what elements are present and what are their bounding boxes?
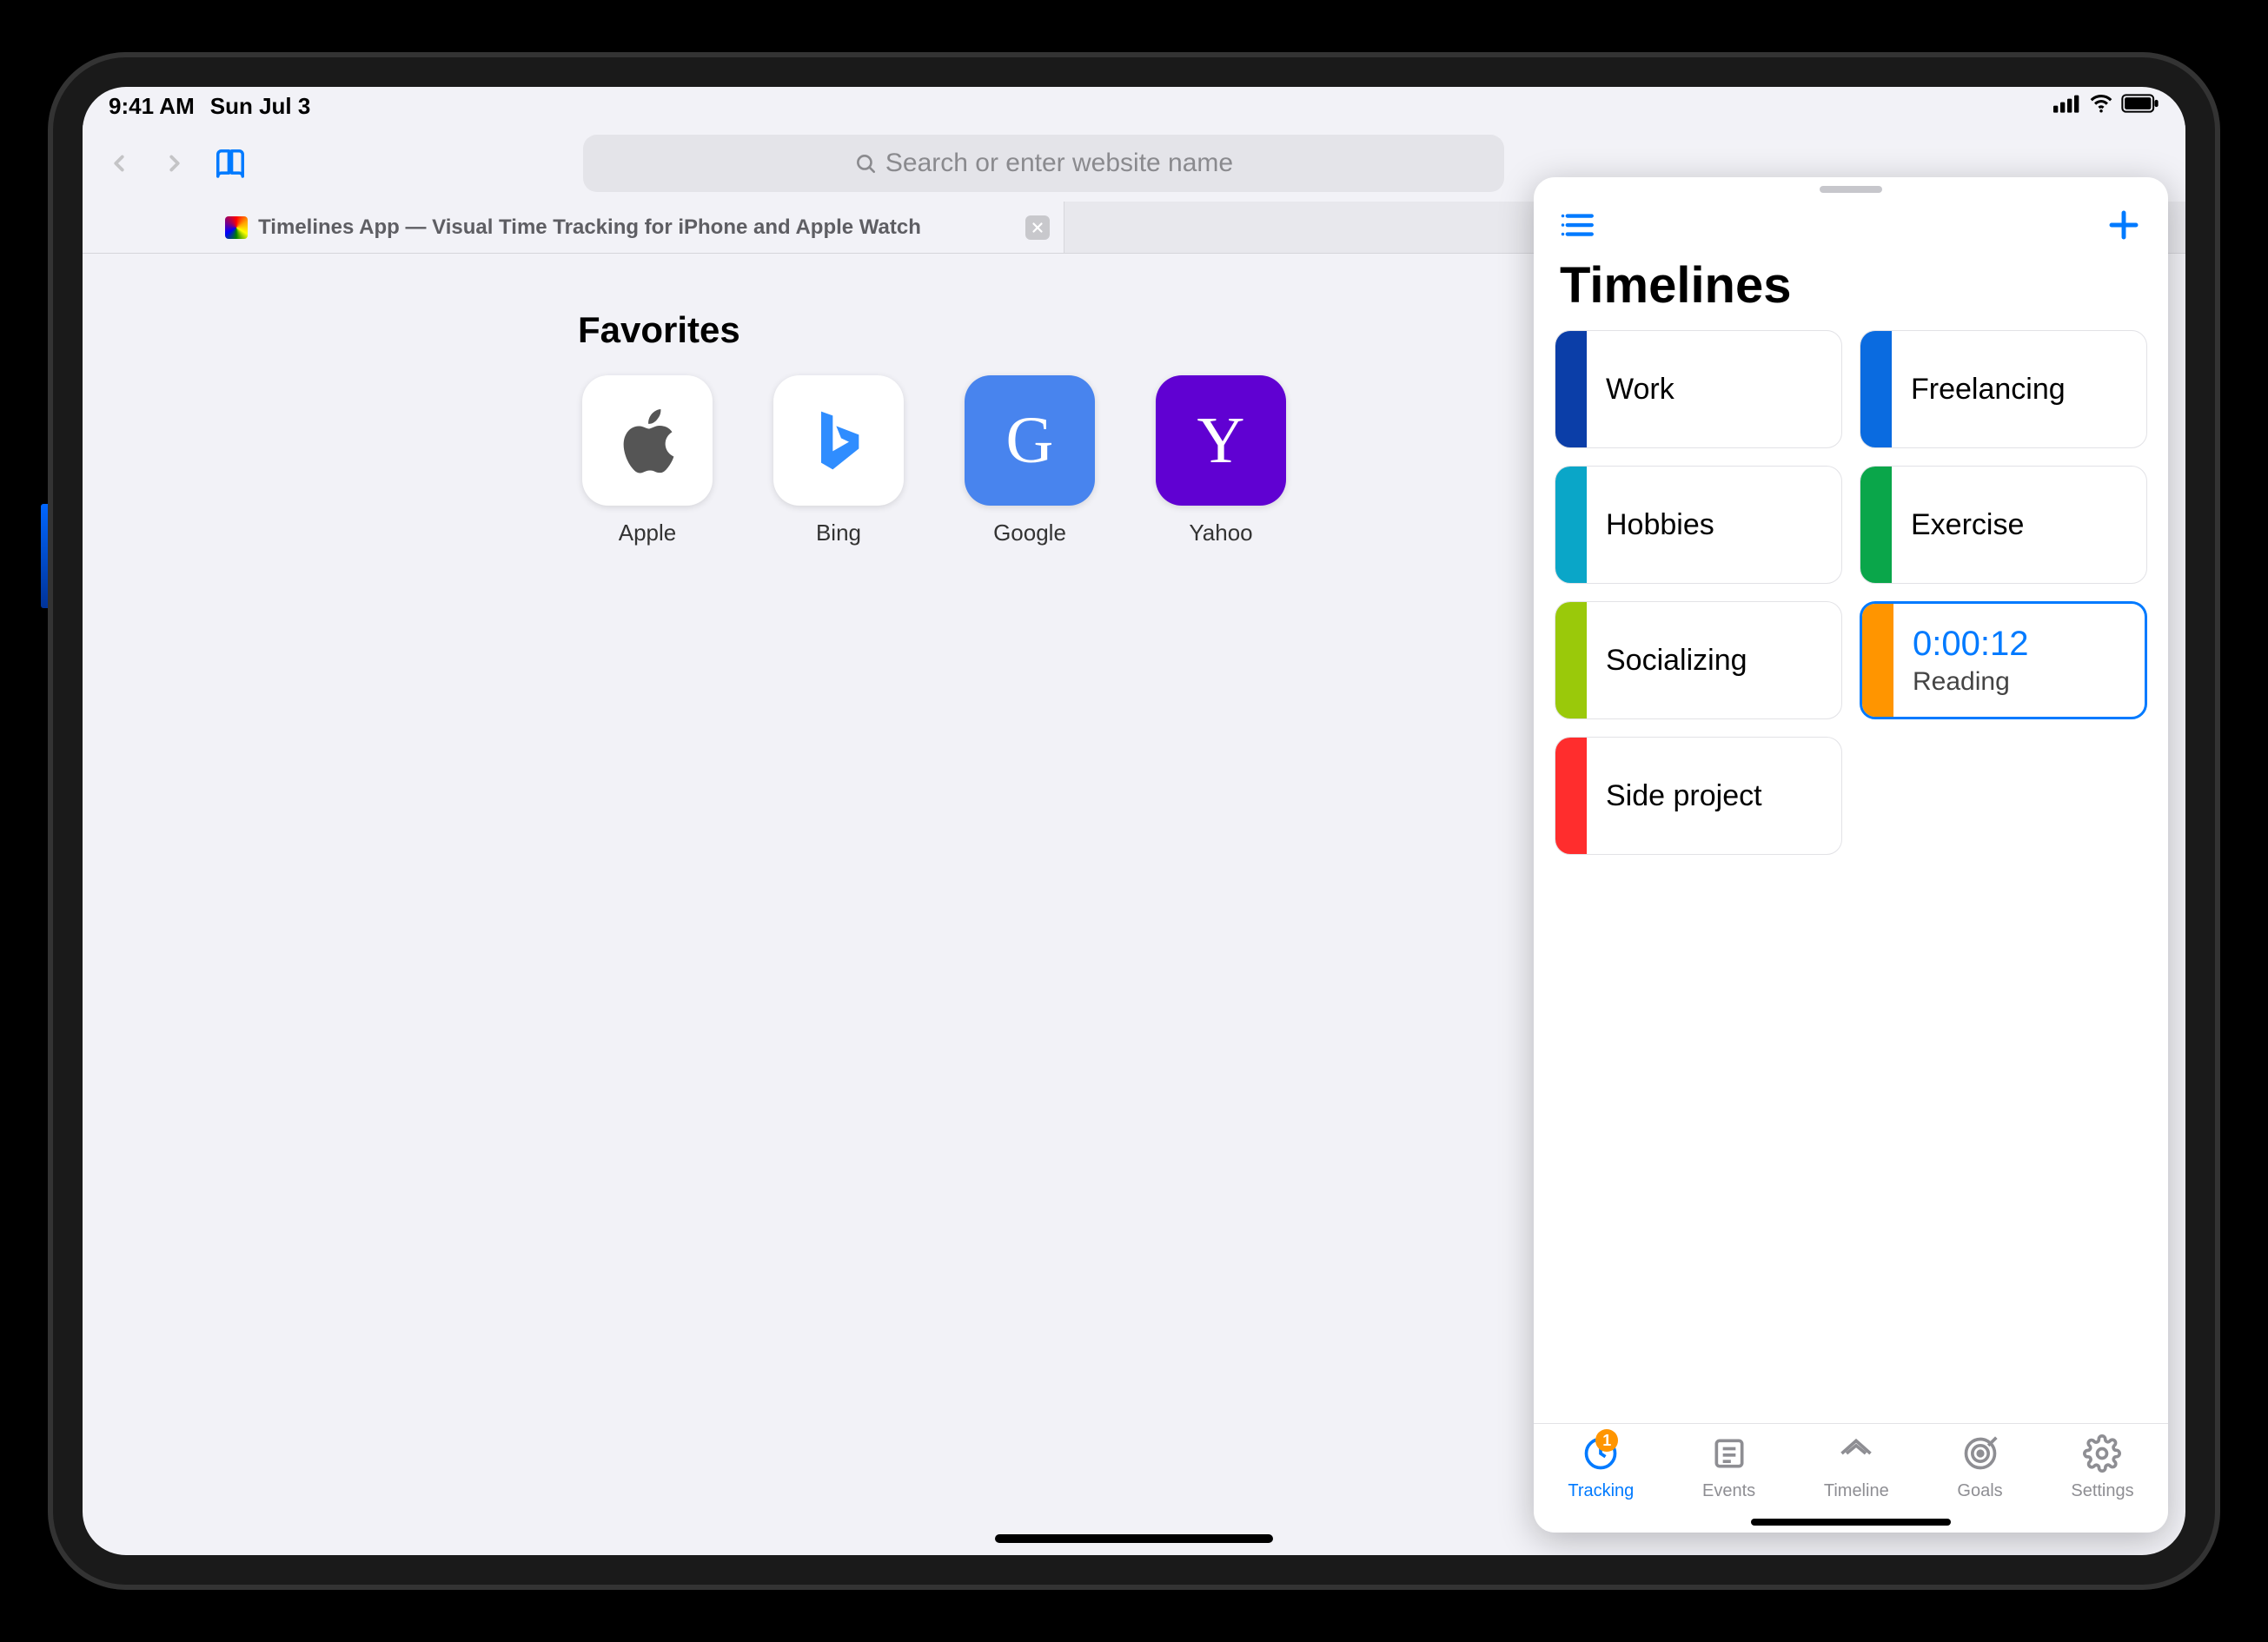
gear-icon <box>2083 1434 2121 1478</box>
tile-name: Freelancing <box>1911 373 2066 407</box>
slideover-tabbar: 1 Tracking Events Timeline Goals Setting… <box>1534 1423 2168 1519</box>
tile-color-stripe <box>1860 467 1892 583</box>
timeline-tile[interactable]: Exercise <box>1860 466 2147 584</box>
favorite-item[interactable]: Bing <box>769 375 908 546</box>
tile-color-stripe <box>1862 604 1893 717</box>
wifi-icon <box>2088 90 2114 122</box>
tile-name: Socializing <box>1606 644 1747 678</box>
favorite-item[interactable]: G Google <box>960 375 1099 546</box>
tab-label: Settings <box>2071 1481 2133 1501</box>
status-bar: 9:41 AM Sun Jul 3 <box>83 87 2185 125</box>
ipad-frame: 9:41 AM Sun Jul 3 <box>48 52 2220 1590</box>
slideover-tab-settings[interactable]: Settings <box>2071 1434 2133 1501</box>
tab-title: Timelines App — Visual Time Tracking for… <box>258 215 921 240</box>
tab-label: Goals <box>1957 1481 2002 1501</box>
slideover-grabber[interactable] <box>1820 186 1882 193</box>
list-icon <box>1710 1434 1748 1478</box>
favorite-tile[interactable]: Y <box>1156 375 1286 506</box>
slideover-title: Timelines <box>1534 256 2168 330</box>
timeline-tile[interactable]: Work <box>1555 330 1842 448</box>
url-placeholder: Search or enter website name <box>885 149 1233 178</box>
url-bar[interactable]: Search or enter website name <box>583 135 1504 192</box>
tile-color-stripe <box>1860 331 1892 447</box>
slideover-tab-goals[interactable]: Goals <box>1957 1434 2002 1501</box>
timeline-tile[interactable]: 0:00:12 Reading <box>1860 601 2147 719</box>
bookmarks-button[interactable] <box>211 144 249 182</box>
close-tab-button[interactable] <box>1025 215 1050 240</box>
screen: 9:41 AM Sun Jul 3 <box>83 87 2185 1555</box>
favorite-tile[interactable] <box>582 375 713 506</box>
favorite-tile[interactable] <box>773 375 904 506</box>
tile-color-stripe <box>1555 331 1587 447</box>
tile-name: Hobbies <box>1606 508 1714 542</box>
tile-color-stripe <box>1555 602 1587 718</box>
slideover-home-indicator[interactable] <box>1751 1519 1951 1526</box>
favorite-label: Apple <box>619 520 677 546</box>
slideover-tab-timeline[interactable]: Timeline <box>1824 1434 1889 1501</box>
home-indicator[interactable] <box>995 1534 1273 1543</box>
timeline-tile[interactable]: Freelancing <box>1860 330 2147 448</box>
tile-name: Work <box>1606 373 1674 407</box>
favorite-tile[interactable]: G <box>965 375 1095 506</box>
tile-color-stripe <box>1555 467 1587 583</box>
favorite-label: Bing <box>816 520 861 546</box>
tile-name: Reading <box>1913 667 2028 697</box>
favorite-label: Google <box>993 520 1066 546</box>
search-icon <box>854 152 877 175</box>
tab-label: Timeline <box>1824 1481 1889 1501</box>
tile-timer: 0:00:12 <box>1913 625 2028 664</box>
slideover-tab-tracking[interactable]: 1 Tracking <box>1568 1434 1634 1501</box>
status-date: Sun Jul 3 <box>210 93 311 120</box>
target-icon <box>1961 1434 1999 1478</box>
status-time: 9:41 AM <box>109 93 195 120</box>
timeline-icon <box>1837 1434 1875 1478</box>
favorite-item[interactable]: Apple <box>578 375 717 546</box>
timeline-tile[interactable]: Socializing <box>1555 601 1842 719</box>
timeline-tiles: Work Freelancing Hobbies Exercise Social… <box>1534 330 2168 855</box>
battery-icon <box>2121 93 2159 119</box>
menu-icon[interactable] <box>1560 207 1596 248</box>
back-button[interactable] <box>100 144 138 182</box>
timeline-tile[interactable]: Side project <box>1555 737 1842 855</box>
forward-button[interactable] <box>156 144 194 182</box>
slideover-tab-events[interactable]: Events <box>1702 1434 1755 1501</box>
tile-name: Side project <box>1606 779 1762 813</box>
add-button[interactable] <box>2106 207 2142 248</box>
signal-icon <box>2053 94 2081 118</box>
browser-tab[interactable]: Timelines App — Visual Time Tracking for… <box>83 202 1064 253</box>
tile-color-stripe <box>1555 738 1587 854</box>
tab-favicon <box>225 216 248 239</box>
timeline-tile[interactable]: Hobbies <box>1555 466 1842 584</box>
tab-label: Events <box>1702 1481 1755 1501</box>
favorite-item[interactable]: Y Yahoo <box>1151 375 1290 546</box>
favorite-label: Yahoo <box>1189 520 1252 546</box>
slideover-panel[interactable]: Timelines Work Freelancing Hobbies Exerc… <box>1534 177 2168 1533</box>
tile-name: Exercise <box>1911 508 2024 542</box>
tab-label: Tracking <box>1568 1481 1634 1501</box>
